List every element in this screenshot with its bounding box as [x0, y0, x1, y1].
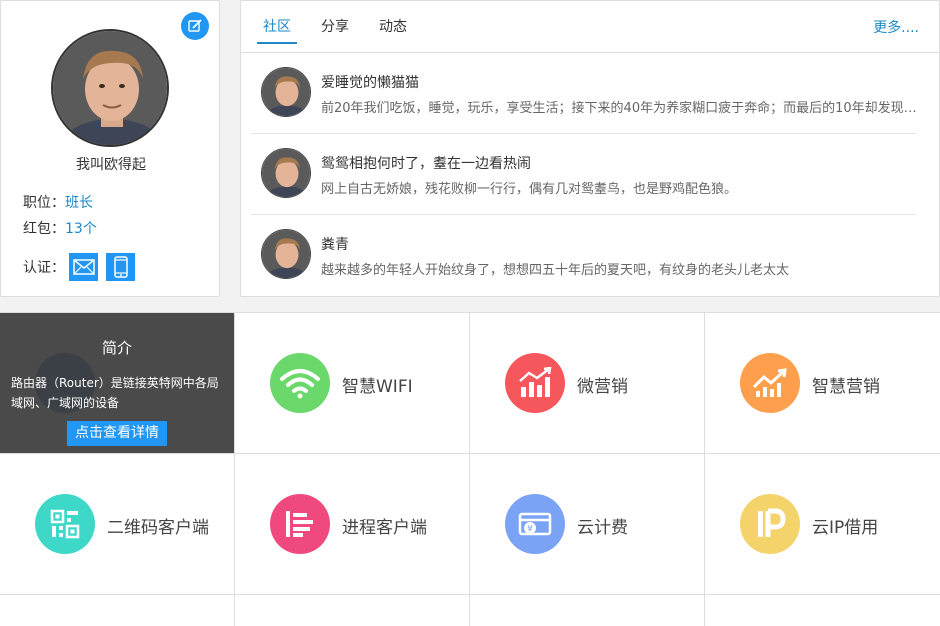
- feature-grid: 简介 路由器（Router）是链接英特网中各局域网、广域网的设备 点击查看详情 …: [0, 312, 940, 626]
- auth-label: 认证：: [23, 260, 65, 276]
- grid-cell-cloud-ip[interactable]: 云IP借用: [705, 454, 940, 595]
- feed-text: 网上自古无娇娘，残花败柳一行行，偶有几对鸳耋鸟，也是野鸡配色狼。: [321, 182, 738, 197]
- avatar[interactable]: [261, 148, 311, 198]
- avatar[interactable]: [51, 29, 169, 147]
- feed-title[interactable]: 粪青: [321, 234, 349, 254]
- grid-cell-cloud-billing[interactable]: ¥ 云计费: [470, 454, 705, 595]
- avatar[interactable]: [261, 229, 311, 279]
- wifi-icon: [270, 353, 330, 413]
- grid-cell-router[interactable]: 简介 路由器（Router）是链接英特网中各局域网、广域网的设备 点击查看详情: [0, 313, 235, 454]
- cell-label: 智慧营销: [812, 377, 880, 397]
- community-tabs: 社区 分享 动态 更多....: [241, 1, 939, 53]
- grid-cell-empty: [235, 595, 470, 626]
- overlay-text: 路由器（Router）是链接英特网中各局域网、广域网的设备: [11, 376, 219, 410]
- grid-cell-empty: [0, 595, 235, 626]
- cell-label: 云IP借用: [812, 518, 879, 538]
- avatar-image: [262, 68, 310, 116]
- red-packet-row: 红包：13个: [23, 218, 97, 238]
- overlay-title: 简介: [101, 339, 132, 357]
- phone-icon: [113, 256, 128, 278]
- cell-label: 二维码客户端: [107, 518, 209, 538]
- ip-icon: [740, 494, 800, 554]
- phone-auth-button[interactable]: [106, 253, 135, 281]
- edit-icon: [188, 19, 202, 32]
- avatar-image: [262, 230, 310, 278]
- mail-icon: [72, 259, 95, 275]
- avatar[interactable]: [261, 67, 311, 117]
- profile-card: 我叫欧得起 职位：班长 红包：13个 认证：: [0, 0, 220, 297]
- feed-item[interactable]: 爱睡觉的懒猫猫 前20年我们吃饭，睡觉，玩乐，享受生活；接下来的40年为养家糊口…: [251, 53, 921, 134]
- view-details-button[interactable]: 点击查看详情: [67, 421, 167, 446]
- cell-label: 微营销: [577, 377, 628, 397]
- tab-community[interactable]: 社区: [257, 16, 297, 44]
- grid-cell-empty: [470, 595, 705, 626]
- auth-row: 认证：: [23, 253, 135, 281]
- edit-profile-button[interactable]: [181, 12, 209, 40]
- job-label: 职位：: [23, 195, 65, 211]
- cell-label: 云计费: [577, 518, 628, 538]
- grid-cell-smart-marketing[interactable]: 智慧营销: [705, 313, 940, 454]
- cell-label: 进程客户端: [342, 518, 427, 538]
- profile-name: 我叫欧得起: [76, 157, 146, 173]
- trend-icon: [740, 353, 800, 413]
- feed-title[interactable]: 鸳鸳相抱何时了，耋在一边看热闹: [321, 153, 531, 173]
- grid-cell-qrcode[interactable]: 二维码客户端: [0, 454, 235, 595]
- page: 我叫欧得起 职位：班长 红包：13个 认证： 社区 分享 动态 更多.... 爱…: [0, 0, 940, 626]
- job-value[interactable]: 班长: [65, 195, 93, 211]
- grid-cell-wifi[interactable]: 智慧WIFI: [235, 313, 470, 454]
- feed-item[interactable]: 鸳鸳相抱何时了，耋在一边看热闹 网上自古无娇娘，残花败柳一行行，偶有几对鸳耋鸟，…: [251, 134, 916, 215]
- tab-share[interactable]: 分享: [315, 16, 355, 42]
- grid-cell-micro-marketing[interactable]: 微营销: [470, 313, 705, 454]
- red-packet-value[interactable]: 13个: [65, 221, 97, 237]
- red-packet-label: 红包：: [23, 221, 65, 237]
- job-row: 职位：班长: [23, 192, 93, 212]
- email-auth-button[interactable]: [69, 253, 98, 281]
- intro-overlay: 简介 路由器（Router）是链接英特网中各局域网、广域网的设备 点击查看详情: [0, 313, 234, 453]
- feed-text: 越来越多的年轻人开始纹身了，想想四五十年后的夏天吧，有纹身的老头儿老太太: [321, 263, 790, 278]
- billing-icon: ¥: [505, 494, 565, 554]
- feed-text: 前20年我们吃饭，睡觉，玩乐，享受生活；接下来的40年为养家糊口疲于奔命；而最后…: [321, 101, 921, 116]
- chart-icon: [505, 353, 565, 413]
- grid-cell-process[interactable]: 进程客户端: [235, 454, 470, 595]
- feed-item[interactable]: 粪青 越来越多的年轻人开始纹身了，想想四五十年后的夏天吧，有纹身的老头儿老太太: [251, 215, 916, 296]
- community-panel: 社区 分享 动态 更多.... 爱睡觉的懒猫猫 前20年我们吃饭，睡觉，玩乐，享…: [240, 0, 940, 297]
- tab-activity[interactable]: 动态: [373, 16, 413, 42]
- process-icon: [270, 494, 330, 554]
- avatar-image: [262, 149, 310, 197]
- qrcode-icon: [35, 494, 95, 554]
- feed-title[interactable]: 爱睡觉的懒猫猫: [321, 72, 419, 92]
- grid-cell-empty: [705, 595, 940, 626]
- cell-label: 智慧WIFI: [342, 377, 413, 397]
- more-link[interactable]: 更多....: [873, 17, 919, 37]
- avatar-image: [53, 31, 167, 145]
- svg-text:¥: ¥: [527, 525, 533, 535]
